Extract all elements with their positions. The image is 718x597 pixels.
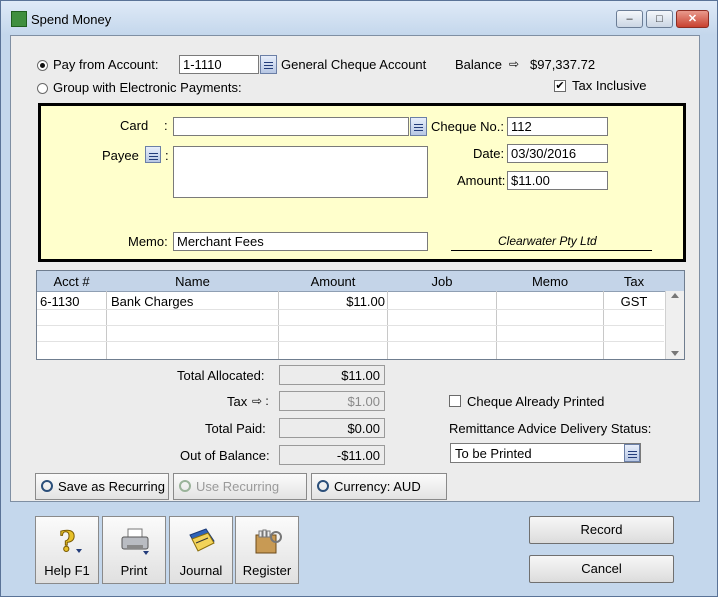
payee-colon: : bbox=[165, 148, 169, 163]
print-label: Print bbox=[120, 563, 148, 578]
row-name[interactable]: Bank Charges bbox=[111, 294, 193, 309]
form-content: Pay from Account: 1-1110 General Cheque … bbox=[10, 35, 700, 502]
payee-field[interactable] bbox=[173, 146, 428, 198]
account-name: General Cheque Account bbox=[281, 57, 427, 72]
currency-icon bbox=[317, 480, 329, 492]
cheque-no-field[interactable]: 112 bbox=[507, 117, 608, 136]
cheque-printed-label: Cheque Already Printed bbox=[467, 394, 605, 409]
register-icon bbox=[255, 529, 282, 554]
date-label: Date: bbox=[473, 146, 505, 161]
balance-arrow-icon[interactable]: ⇨ bbox=[509, 57, 519, 71]
spend-money-window: Spend Money – □ ✕ Pay from Account: 1-11… bbox=[0, 0, 718, 597]
scroll-up-icon[interactable] bbox=[671, 293, 679, 298]
balance-label: Balance bbox=[455, 57, 502, 72]
cheque-printed-checkbox[interactable] bbox=[449, 395, 461, 407]
currency-label: Currency: bbox=[334, 479, 391, 494]
memo-field[interactable]: Merchant Fees bbox=[173, 232, 428, 251]
account-list-button[interactable] bbox=[260, 55, 277, 74]
tax-label: Tax bbox=[227, 394, 248, 409]
row-acct[interactable]: 6-1130 bbox=[40, 294, 80, 309]
minimize-icon[interactable]: – bbox=[616, 10, 643, 28]
remittance-label: Remittance Advice Delivery Status: bbox=[449, 421, 652, 436]
total-paid-value: $0.00 bbox=[279, 418, 385, 438]
help-button[interactable]: ? Help F1 bbox=[35, 516, 99, 584]
recurring-icon bbox=[41, 480, 53, 492]
company-name: Clearwater Pty Ltd bbox=[498, 234, 597, 248]
app-icon bbox=[11, 11, 27, 27]
payee-label: Payee bbox=[102, 148, 139, 163]
amount-label: Amount: bbox=[457, 173, 506, 188]
register-button[interactable]: Register bbox=[235, 516, 299, 584]
memo-label: Memo: bbox=[128, 234, 168, 249]
row-tax[interactable]: GST bbox=[604, 294, 664, 309]
account-number-field[interactable]: 1-1110 bbox=[179, 55, 259, 74]
use-recurring-icon bbox=[179, 480, 191, 492]
svg-text:?: ? bbox=[59, 525, 75, 557]
journal-button[interactable]: Journal bbox=[169, 516, 233, 584]
tax-inclusive-label: Tax Inclusive bbox=[572, 78, 647, 93]
col-amount: Amount bbox=[310, 274, 356, 289]
tax-inclusive-checkbox[interactable]: ✔ bbox=[554, 80, 566, 92]
group-electronic-radio[interactable] bbox=[37, 83, 48, 94]
journal-icon bbox=[189, 528, 215, 552]
table-scrollbar[interactable] bbox=[665, 291, 684, 359]
pay-from-label: Pay from Account: bbox=[53, 57, 159, 72]
table-header: Acct # Name Amount Job Memo Tax bbox=[37, 271, 684, 292]
help-label: Help F1 bbox=[44, 563, 90, 578]
card-list-button[interactable] bbox=[410, 117, 427, 136]
col-name: Name bbox=[175, 274, 210, 289]
printer-icon bbox=[121, 528, 149, 555]
use-recurring-label: Use Recurring bbox=[196, 479, 280, 494]
date-field[interactable]: 03/30/2016 bbox=[507, 144, 608, 163]
card-colon: : bbox=[164, 118, 168, 133]
out-of-balance-value: -$11.00 bbox=[279, 445, 385, 465]
remittance-select[interactable]: To be Printed bbox=[450, 443, 641, 463]
allocation-table: Acct # Name Amount Job Memo Tax 6-1130 B… bbox=[36, 270, 685, 360]
col-tax: Tax bbox=[623, 274, 645, 289]
record-button[interactable]: Record bbox=[529, 516, 674, 544]
scroll-down-icon[interactable] bbox=[671, 351, 679, 356]
total-paid-label: Total Paid: bbox=[205, 421, 266, 436]
cheque-no-label: Cheque No.: bbox=[431, 119, 504, 134]
pay-from-account-radio[interactable] bbox=[37, 60, 48, 71]
total-allocated-value: $11.00 bbox=[279, 365, 385, 385]
journal-label: Journal bbox=[179, 563, 223, 578]
cancel-button[interactable]: Cancel bbox=[529, 555, 674, 583]
tax-value: $1.00 bbox=[279, 391, 385, 411]
signature-line bbox=[451, 250, 652, 251]
use-recurring-button[interactable]: Use Recurring bbox=[173, 473, 307, 500]
group-electronic-label: Group with Electronic Payments: bbox=[53, 80, 242, 95]
row-amount[interactable]: $11.00 bbox=[279, 294, 385, 309]
currency-button[interactable]: Currency: AUD bbox=[311, 473, 447, 500]
amount-field[interactable]: $11.00 bbox=[507, 171, 608, 190]
card-field[interactable] bbox=[173, 117, 409, 136]
payee-dropdown-icon[interactable] bbox=[145, 146, 161, 163]
cheque-panel: Card : Payee : Cheque No.: 112 Date: 03/… bbox=[38, 103, 686, 262]
card-label: Card bbox=[120, 118, 149, 133]
maximize-icon[interactable]: □ bbox=[646, 10, 673, 28]
currency-value: AUD bbox=[393, 479, 421, 494]
balance-value: $97,337.72 bbox=[530, 57, 596, 72]
save-recurring-button[interactable]: Save as Recurring bbox=[35, 473, 169, 500]
register-label: Register bbox=[242, 563, 292, 578]
col-job: Job bbox=[431, 274, 453, 289]
tax-arrow-icon[interactable]: ⇨ : bbox=[252, 394, 269, 408]
title-bar: Spend Money – □ ✕ bbox=[1, 1, 717, 35]
total-allocated-label: Total Allocated: bbox=[177, 368, 265, 383]
close-icon[interactable]: ✕ bbox=[676, 10, 709, 28]
save-recurring-label: Save as Recurring bbox=[58, 479, 165, 494]
help-icon: ? bbox=[59, 525, 82, 557]
out-of-balance-label: Out of Balance: bbox=[180, 448, 270, 463]
col-acct: Acct # bbox=[53, 274, 90, 289]
remittance-dropdown-icon[interactable] bbox=[624, 444, 640, 462]
window-title: Spend Money bbox=[31, 12, 112, 27]
print-button[interactable]: Print bbox=[102, 516, 166, 584]
col-memo: Memo bbox=[531, 274, 569, 289]
